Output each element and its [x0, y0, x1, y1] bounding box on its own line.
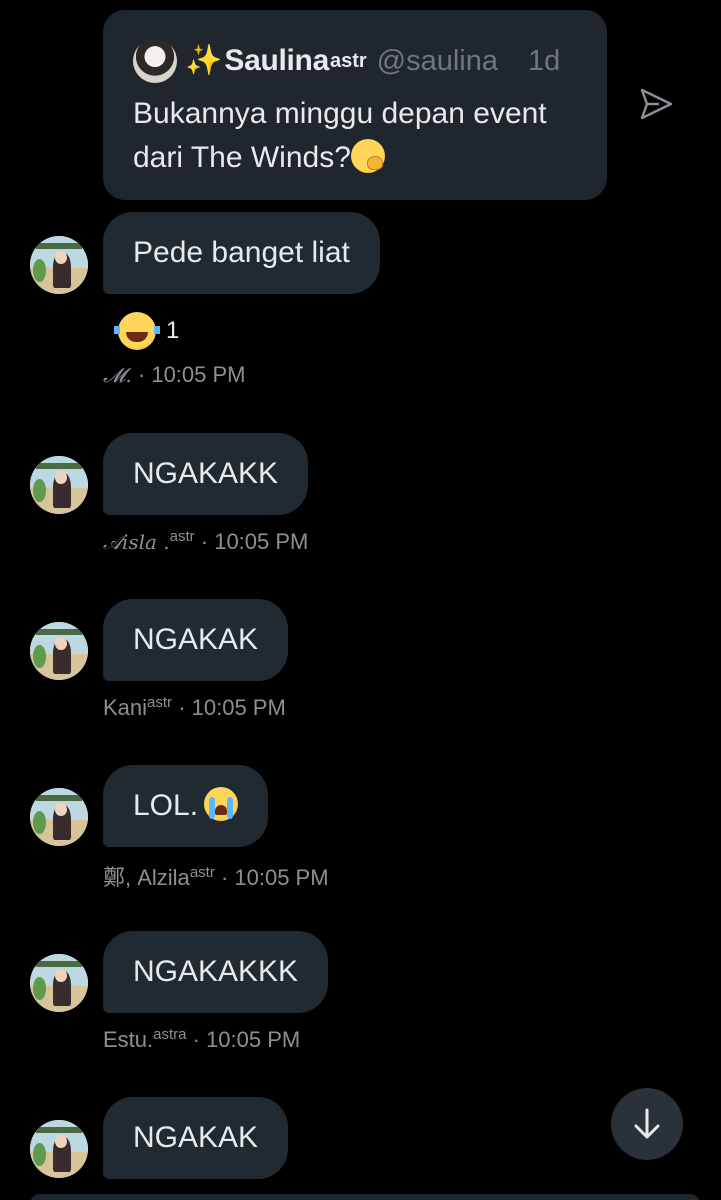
reaction-count: 1 [166, 317, 180, 344]
message-time: · 10:05 PM [178, 695, 286, 720]
message-bubble[interactable]: Pede banget liat [103, 212, 380, 294]
message-meta: 𝒜isla .astr · 10:05 PM [103, 528, 308, 555]
message-meta: Kaniastr · 10:05 PM [103, 694, 286, 721]
sender-name: Kani [103, 695, 148, 720]
message-time: · 10:05 PM [137, 362, 246, 387]
message-meta: 𝓜. · 10:05 PM [103, 362, 246, 388]
sender-name-suffix: astr [147, 694, 173, 711]
quoted-tweet-card[interactable]: ✨ Saulina astr @saulina 1d Bukannya ming… [103, 10, 607, 200]
message-meta: Estu.astra · 10:05 PM [103, 1026, 300, 1053]
sender-avatar[interactable] [30, 954, 88, 1012]
message-time: · 10:05 PM [200, 529, 309, 554]
sparkle-icon: ✨ [185, 44, 223, 77]
message-time: · 10:05 PM [220, 865, 329, 890]
sender-avatar[interactable] [30, 1120, 88, 1178]
message-bubble[interactable]: NGAKAKK [103, 433, 309, 515]
quoted-tweet-author-name: Saulina [224, 44, 329, 77]
arrow-down-icon [634, 1108, 660, 1139]
hand-over-mouth-emoji-icon [350, 139, 385, 173]
message-text: LOL. [133, 789, 199, 822]
quoted-tweet-author-suffix: astr [329, 49, 367, 72]
message-composer[interactable] [30, 1194, 700, 1200]
quoted-tweet-text: Bukannya minggu depan event dari The Win… [133, 92, 583, 180]
message-reaction[interactable]: 1 [114, 312, 180, 350]
sender-name: Estu. [103, 1027, 154, 1052]
quoted-tweet-time: 1d [528, 44, 561, 77]
sender-name: 鄭, Alzila [103, 865, 190, 890]
sender-name-suffix: astra [153, 1026, 187, 1043]
message-time: · 10:05 PM [192, 1027, 301, 1052]
message-bubble[interactable]: LOL. [103, 765, 269, 847]
sender-name-suffix: astr [169, 528, 195, 545]
sender-name: 𝒜isla . [103, 530, 170, 554]
sender-name-suffix: astr [189, 864, 215, 881]
message-meta: 鄭, Alzilaastr · 10:05 PM [103, 860, 329, 892]
sender-avatar[interactable] [30, 456, 88, 514]
quoted-tweet-body: Bukannya minggu depan event dari The Win… [133, 97, 547, 174]
message-bubble[interactable]: NGAKAKKK [103, 931, 329, 1013]
scroll-to-bottom-button[interactable] [611, 1088, 683, 1160]
message-bubble[interactable]: NGAKAK [103, 1097, 289, 1179]
sender-avatar[interactable] [30, 622, 88, 680]
sender-avatar[interactable] [30, 788, 88, 846]
message-bubble[interactable]: NGAKAK [103, 599, 289, 681]
quoted-tweet-avatar[interactable] [133, 39, 177, 83]
loudly-crying-emoji-icon [204, 787, 239, 821]
joy-emoji-icon [114, 312, 160, 350]
quoted-tweet-handle: @saulina [376, 44, 499, 77]
sender-name: 𝓜. [103, 363, 132, 387]
sender-avatar[interactable] [30, 236, 88, 294]
dm-conversation-screen: ✨ Saulina astr @saulina 1d Bukannya ming… [0, 0, 721, 1200]
quoted-tweet-header: ✨ Saulina astr @saulina 1d [133, 38, 577, 84]
share-send-icon[interactable] [638, 86, 674, 122]
